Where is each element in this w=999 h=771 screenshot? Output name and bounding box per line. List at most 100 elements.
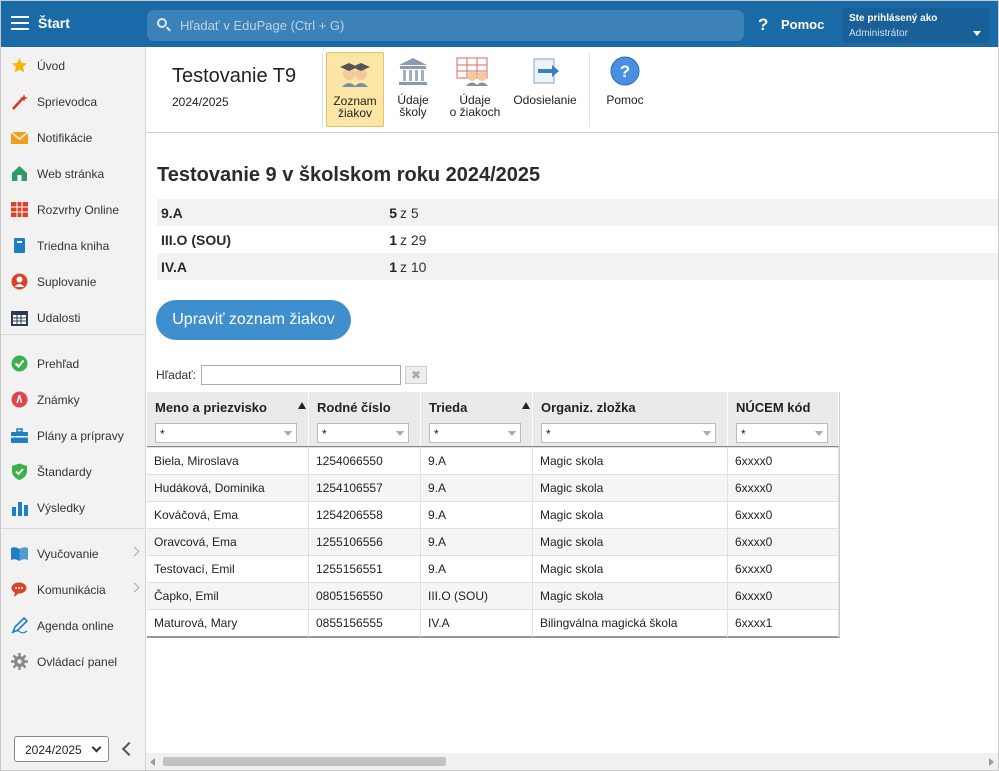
- student-list-button[interactable]: Zoznam žiakov: [326, 52, 384, 127]
- calendar-icon: [11, 311, 28, 326]
- help-question-icon[interactable]: ?: [758, 15, 768, 35]
- filter-nucem-code-select[interactable]: *: [736, 423, 828, 443]
- table-row[interactable]: Oravcová, Ema 1255106556 9.A Magic skola 6xx…: [147, 528, 839, 556]
- briefcase-icon: [11, 428, 28, 443]
- help-link[interactable]: Pomoc: [781, 17, 824, 32]
- find-input[interactable]: [201, 365, 401, 385]
- student-data-grid-icon: [456, 57, 488, 86]
- user-menu[interactable]: Ste prihlásený ako Administrátor: [843, 8, 989, 43]
- table-cell: Testovací, Emil: [147, 556, 309, 583]
- horizontal-scrollbar[interactable]: [146, 753, 998, 770]
- sidebar-item-label: Suplovanie: [37, 275, 97, 289]
- scroll-left-arrow-icon[interactable]: [150, 758, 155, 766]
- column-header-nucem-code[interactable]: NÚCEM kód *: [728, 392, 839, 446]
- column-header-org-unit[interactable]: Organiz. zložka *: [533, 392, 728, 446]
- sidebar-item[interactable]: Výsledky: [1, 492, 145, 522]
- filter-value: *: [741, 427, 746, 441]
- table-cell: Maturová, Mary: [147, 610, 309, 637]
- help-button[interactable]: ? Pomoc: [598, 52, 652, 127]
- table-cell: 0805156550: [309, 583, 421, 610]
- table-cell: 9.A: [421, 475, 533, 502]
- sending-label: Odosielanie: [513, 93, 577, 107]
- sidebar-item[interactable]: Ovládací panel: [1, 646, 145, 676]
- table-cell: 1254066550: [309, 448, 421, 475]
- table-row[interactable]: Čapko, Emil 0805156550 III.O (SOU) Magic sk…: [147, 582, 839, 610]
- filter-birth-number-select[interactable]: *: [317, 423, 409, 443]
- sidebar-item[interactable]: Štandardy: [1, 456, 145, 486]
- edit-student-list-button[interactable]: Upraviť zoznam žiakov: [156, 300, 351, 340]
- selected-count: 1: [389, 259, 397, 275]
- column-label: NÚCEM kód: [736, 400, 811, 415]
- student-data-button[interactable]: Údaje o žiakoch: [444, 52, 506, 127]
- filter-value: *: [546, 427, 551, 441]
- sidebar-item-label: Známky: [37, 393, 80, 407]
- table-row[interactable]: Biela, Miroslava 1254066550 9.A Magic skola…: [147, 447, 839, 475]
- table-row[interactable]: Maturová, Mary 0855156555 IV.A Bilingválna …: [147, 609, 839, 637]
- table-cell: Čapko, Emil: [147, 583, 309, 610]
- filter-org-unit-select[interactable]: *: [541, 423, 716, 443]
- sidebar-item[interactable]: Prehľad: [1, 348, 145, 378]
- sort-ascending-icon[interactable]: [522, 402, 530, 409]
- collapse-sidebar-icon[interactable]: [121, 741, 137, 757]
- hamburger-menu-icon[interactable]: [11, 16, 29, 31]
- column-label: Organiz. zložka: [541, 400, 636, 415]
- sending-button[interactable]: Odosielanie: [510, 52, 580, 127]
- sidebar-item[interactable]: Úvod: [1, 50, 145, 80]
- sidebar: Úvod Sprievodca Notifikácie Web stránka Rozv…: [1, 47, 146, 770]
- sidebar-item[interactable]: Notifikácie: [1, 122, 145, 152]
- find-label: Hľadať:: [156, 368, 197, 382]
- table-cell: IV.A: [421, 610, 533, 637]
- start-label[interactable]: Štart: [38, 15, 70, 31]
- class-summary-row: 9.A 5 z 5: [157, 199, 998, 226]
- sidebar-item[interactable]: Plány a prípravy: [1, 420, 145, 450]
- chevron-down-icon: [91, 742, 102, 753]
- filter-name-select[interactable]: *: [155, 423, 297, 443]
- table-row[interactable]: Testovací, Emil 1255156551 9.A Magic skola 6…: [147, 555, 839, 583]
- table-cell: 9.A: [421, 502, 533, 529]
- table-cell: III.O (SOU): [421, 583, 533, 610]
- table-cell: 9.A: [421, 556, 533, 583]
- filter-class-select[interactable]: *: [429, 423, 521, 443]
- sidebar-item[interactable]: Komunikácia: [1, 574, 145, 604]
- sidebar-item[interactable]: Vyučovanie: [1, 538, 145, 568]
- chevron-down-icon: [508, 431, 516, 436]
- total-count: z 10: [400, 259, 427, 275]
- clear-search-button[interactable]: ✖: [405, 366, 427, 384]
- school-data-button[interactable]: Údaje školy: [388, 52, 438, 127]
- svg-text:?: ?: [620, 62, 630, 81]
- sidebar-item[interactable]: Sprievodca: [1, 86, 145, 116]
- sidebar-item[interactable]: Suplovanie: [1, 266, 145, 296]
- module-toolbar: Testovanie T9 2024/2025 Zoznam žiakov Úda…: [146, 47, 998, 133]
- sort-ascending-icon[interactable]: [298, 402, 306, 409]
- shield-check-icon: [12, 463, 27, 480]
- sidebar-item[interactable]: Agenda online: [1, 610, 145, 640]
- sidebar-item[interactable]: Web stránka: [1, 158, 145, 188]
- book-icon: [14, 238, 25, 253]
- table-cell: 1254106557: [309, 475, 421, 502]
- chevron-down-icon: [973, 31, 981, 36]
- timetable-icon: [11, 202, 28, 217]
- scroll-right-arrow-icon[interactable]: [989, 758, 994, 766]
- table-row[interactable]: Hudáková, Dominika 1254106557 9.A Magic sko…: [147, 474, 839, 502]
- table-cell: 6xxxx1: [728, 610, 839, 637]
- sidebar-item[interactable]: Udalosti: [1, 302, 145, 332]
- table-row[interactable]: Kováčová, Ema 1254206558 9.A Magic skola 6xx…: [147, 501, 839, 529]
- table-cell: 1255106556: [309, 529, 421, 556]
- sidebar-item-label: Web stránka: [37, 167, 105, 181]
- column-header-birth-number[interactable]: Rodné číslo *: [309, 392, 421, 446]
- global-search-input[interactable]: Hľadať v EduPage (Ctrl + G): [147, 10, 744, 41]
- toolbar-divider: [322, 53, 323, 127]
- column-header-class[interactable]: Trieda *: [421, 392, 533, 446]
- school-year-select[interactable]: 2024/2025: [14, 736, 109, 762]
- column-header-name[interactable]: Meno a priezvisko *: [147, 392, 309, 446]
- student-data-label-2: o žiakoch: [449, 105, 501, 119]
- gear-icon: [11, 653, 28, 670]
- selected-count: 1: [389, 232, 397, 248]
- sidebar-item[interactable]: Triedna kniha: [1, 230, 145, 260]
- search-placeholder: Hľadať v EduPage (Ctrl + G): [180, 18, 345, 33]
- person-icon: [11, 273, 28, 290]
- sidebar-item[interactable]: Rozvrhy Online: [1, 194, 145, 224]
- sidebar-item[interactable]: Známky: [1, 384, 145, 414]
- chevron-right-icon: [129, 546, 140, 557]
- scrollbar-thumb[interactable]: [163, 757, 446, 766]
